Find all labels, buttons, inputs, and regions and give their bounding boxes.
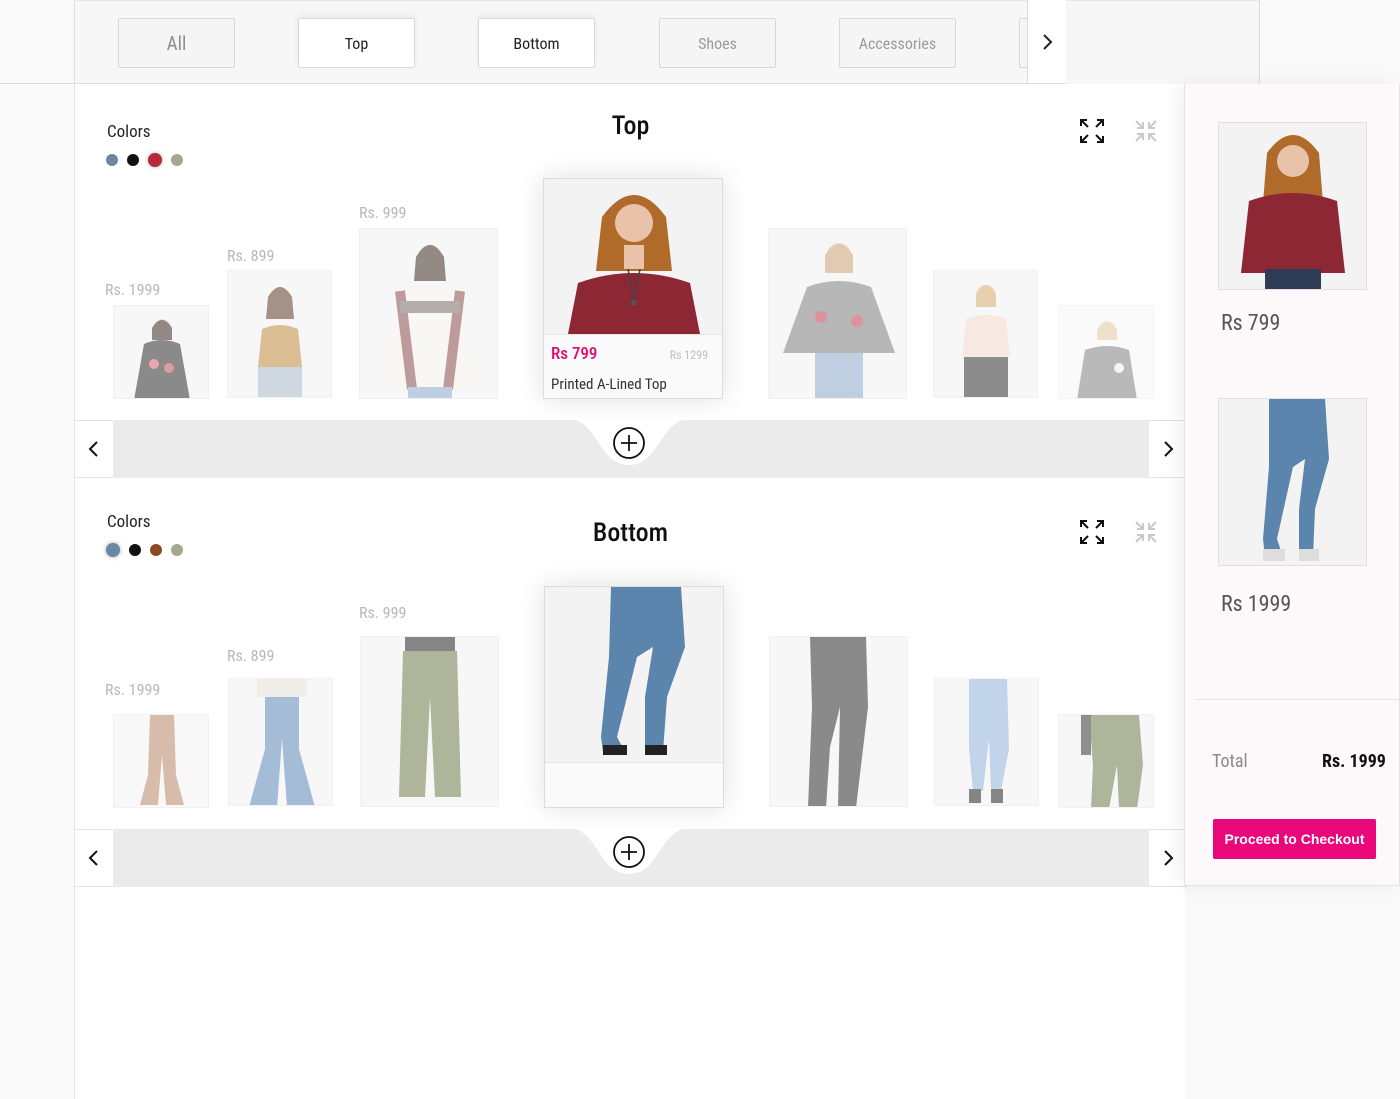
tab-top[interactable]: Top (298, 18, 415, 68)
carousel-slider (75, 828, 1187, 887)
price-label: Rs. 999 (359, 203, 407, 222)
carousel-next-button[interactable] (1149, 829, 1187, 887)
price-label: Rs. 999 (359, 603, 407, 622)
featured-price: Rs 799 (551, 344, 598, 364)
product-image (934, 271, 1037, 397)
divider (1196, 699, 1400, 700)
topbar-spacer (1066, 0, 1260, 84)
featured-product-image (545, 587, 723, 762)
tab-label: Shoes (698, 33, 737, 53)
main-content: Colors Top Rs. 1999 Rs. 899 Rs. 999 Rs 7… (74, 84, 1187, 1099)
category-tabbar: All Top Bottom Shoes Accessories (0, 0, 1400, 84)
section-top: Colors Top Rs. 1999 Rs. 899 Rs. 999 Rs 7… (75, 84, 1187, 478)
price-label: Rs. 1999 (105, 280, 161, 299)
product-card[interactable] (1058, 305, 1154, 399)
cart-panel: Rs 799 Rs 1999 Total Rs. 1999 Proceed to… (1184, 84, 1400, 886)
product-card[interactable] (1058, 714, 1154, 808)
featured-product-name: Printed A-Lined Top (551, 375, 667, 393)
add-to-cart-plus-icon[interactable] (612, 835, 646, 869)
cart-item-image[interactable] (1218, 398, 1367, 566)
chevron-left-icon (88, 441, 98, 457)
featured-product-info (545, 762, 723, 807)
featured-product-card[interactable]: Rs 799 Rs 1299 Printed A-Lined Top (543, 178, 723, 399)
carousel-prev-button[interactable] (75, 420, 113, 478)
tab-label: Bottom (513, 33, 560, 53)
product-card[interactable] (359, 228, 498, 399)
color-swatch-red[interactable] (148, 153, 162, 167)
product-image (360, 229, 497, 398)
tab-all[interactable]: All (118, 18, 235, 68)
expand-icon[interactable] (1078, 117, 1106, 145)
section-bottom: Colors Bottom Rs. 1999 Rs. 899 Rs. 999 (75, 478, 1187, 887)
product-card[interactable] (360, 636, 499, 807)
category-tabs: All Top Bottom Shoes Accessories (74, 0, 1028, 84)
product-image (361, 637, 498, 806)
total-value: Rs. 1999 (1322, 751, 1386, 772)
section-title: Top (611, 111, 650, 141)
cart-item-image[interactable] (1218, 122, 1367, 290)
tabs-next-button[interactable] (1027, 0, 1067, 84)
total-label: Total (1212, 751, 1248, 772)
color-swatch-blue[interactable] (106, 154, 118, 166)
product-card[interactable] (227, 270, 332, 398)
product-image (770, 637, 907, 806)
product-card[interactable] (768, 228, 907, 399)
product-card[interactable] (934, 678, 1039, 806)
chevron-right-icon (1043, 33, 1053, 50)
carousel-prev-button[interactable] (75, 829, 113, 887)
color-swatches (106, 153, 183, 167)
chevron-right-icon (1164, 850, 1174, 866)
price-label: Rs. 899 (227, 646, 275, 665)
tab-accessories[interactable]: Accessories (839, 18, 956, 68)
product-card[interactable] (228, 678, 333, 806)
product-image (1059, 715, 1153, 807)
product-image (229, 679, 332, 805)
chevron-left-icon (88, 850, 98, 866)
price-label: Rs. 899 (227, 246, 275, 265)
divider (0, 83, 75, 84)
featured-old-price: Rs 1299 (669, 348, 708, 362)
tab-shoes[interactable]: Shoes (659, 18, 776, 68)
tab-bottom[interactable]: Bottom (478, 18, 595, 68)
tab-label: Accessories (858, 33, 937, 53)
product-image (1059, 306, 1153, 398)
product-card[interactable] (769, 636, 908, 807)
tab-label: All (166, 31, 187, 55)
chevron-right-icon (1164, 441, 1174, 457)
product-card[interactable] (933, 270, 1038, 398)
collapse-icon[interactable] (1132, 117, 1160, 145)
carousel-next-button[interactable] (1149, 420, 1187, 478)
expand-icon[interactable] (1078, 518, 1106, 546)
add-to-cart-plus-icon[interactable] (612, 426, 646, 460)
product-image (935, 679, 1038, 805)
price-label: Rs. 1999 (105, 680, 161, 699)
featured-product-image (544, 179, 722, 334)
color-swatch-olive[interactable] (171, 154, 183, 166)
featured-product-info: Rs 799 Rs 1299 Printed A-Lined Top (544, 334, 722, 398)
product-card[interactable] (113, 714, 209, 808)
product-image (228, 271, 331, 397)
collapse-icon[interactable] (1132, 518, 1160, 546)
section-title: Bottom (592, 518, 669, 548)
featured-product-card[interactable] (544, 586, 724, 808)
product-image (114, 715, 208, 807)
tab-label: Top (344, 33, 369, 53)
color-swatch-black[interactable] (127, 154, 139, 166)
product-image (114, 306, 208, 398)
product-image (769, 229, 906, 398)
carousel-slider (75, 419, 1187, 478)
cart-item-price: Rs 799 (1221, 311, 1281, 336)
checkout-button[interactable]: Proceed to Checkout (1213, 819, 1376, 859)
product-card[interactable] (113, 305, 209, 399)
cart-item-price: Rs 1999 (1221, 592, 1292, 617)
